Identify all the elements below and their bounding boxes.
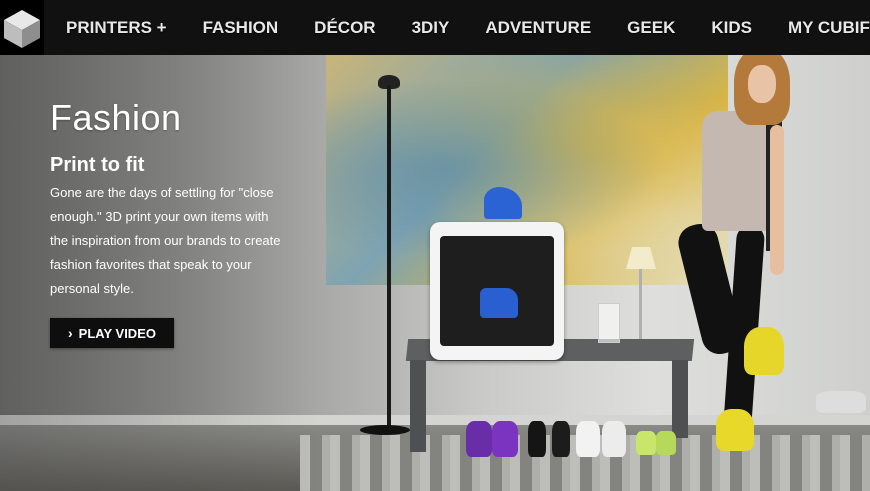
logo[interactable] <box>0 0 44 55</box>
nav-item-geek[interactable]: GEEK <box>609 0 693 55</box>
nav-item-3diy[interactable]: 3DIY <box>394 0 468 55</box>
floor-lamp-base <box>360 425 410 435</box>
model-top <box>702 111 776 231</box>
vase <box>598 303 620 343</box>
chevron-right-icon: › <box>68 325 73 341</box>
shoe-purple-left <box>466 421 492 457</box>
shoe-lime-right <box>656 431 676 455</box>
hero-description: Gone are the days of settling for "close… <box>50 185 281 296</box>
shoe-lime-left <box>636 431 656 455</box>
console-table-leg-left <box>410 360 426 452</box>
nav-item-fashion[interactable]: FASHION <box>185 0 297 55</box>
shoe-purple-right <box>492 421 518 457</box>
nav-item-kids[interactable]: KIDS <box>693 0 770 55</box>
shoe-white-left <box>576 421 600 457</box>
model-arm <box>770 125 784 275</box>
shoe-grey <box>816 391 866 413</box>
hero-banner: Fashion Print to fit Gone are the days o… <box>0 55 870 491</box>
nav-item-decor[interactable]: DÉCOR <box>296 0 393 55</box>
nav-item-adventure[interactable]: ADVENTURE <box>467 0 609 55</box>
hero-subtitle: Print to fit <box>50 154 145 176</box>
nav-menu: PRINTERS + FASHION DÉCOR 3DIY ADVENTURE … <box>44 0 870 55</box>
shoe-black-right <box>552 421 570 457</box>
hero-title: Fashion <box>50 97 182 138</box>
play-video-button[interactable]: › PLAY VIDEO <box>50 318 174 348</box>
floor-lamp-pole <box>387 85 391 427</box>
printer-window <box>440 236 554 346</box>
play-video-label: PLAY VIDEO <box>78 325 156 341</box>
printed-object <box>480 288 518 318</box>
shoe-white-right <box>602 421 626 457</box>
top-navigation: PRINTERS + FASHION DÉCOR 3DIY ADVENTURE … <box>0 0 870 55</box>
yellow-shoe-standing <box>716 409 754 451</box>
nav-item-my-cubify[interactable]: MY CUBIFY <box>770 0 870 55</box>
yellow-shoe-raised <box>744 327 784 375</box>
nav-item-printers[interactable]: PRINTERS + <box>44 0 185 55</box>
table-lamp-stem <box>639 269 642 339</box>
model-face <box>748 65 776 103</box>
3d-printer <box>430 222 564 360</box>
console-table-leg-right <box>672 360 688 438</box>
shoe-black-left <box>528 421 546 457</box>
cube-logo-icon <box>4 9 40 48</box>
